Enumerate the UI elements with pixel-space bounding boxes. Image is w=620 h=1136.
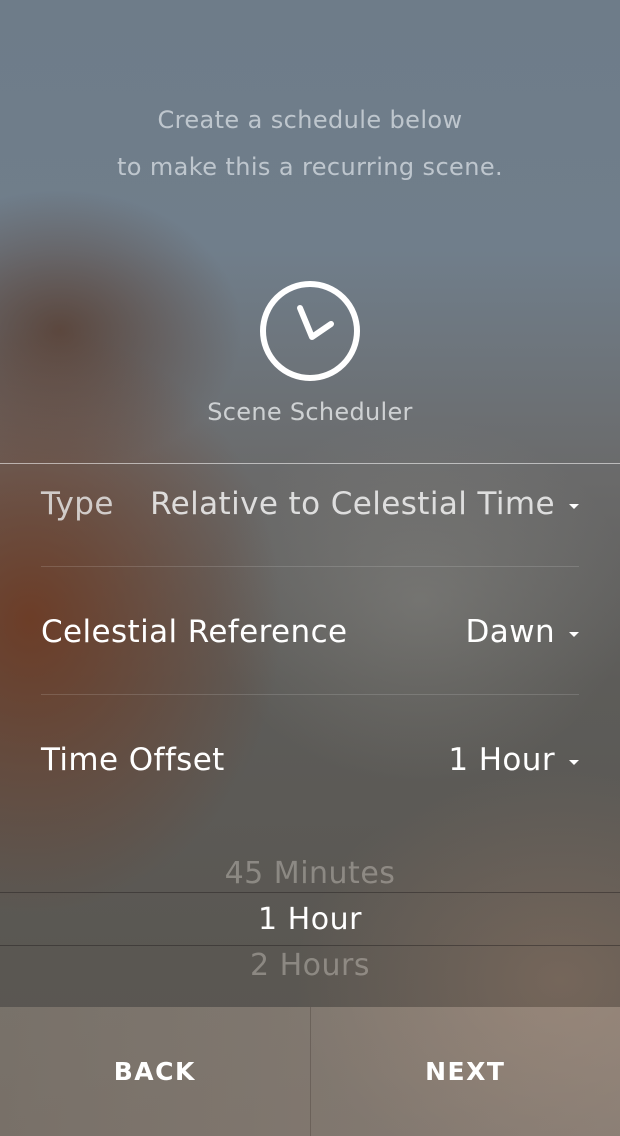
- celestial-reference-row[interactable]: Celestial Reference Dawn: [41, 568, 579, 696]
- caret-down-icon: [569, 759, 579, 765]
- clock-icon: [260, 281, 360, 381]
- picker-selection-line: [0, 945, 620, 946]
- next-button[interactable]: NEXT: [311, 1007, 620, 1136]
- time-offset-picker[interactable]: 45 Minutes 1 Hour 2 Hours: [0, 848, 620, 1008]
- celestial-reference-label: Celestial Reference: [41, 614, 348, 650]
- celestial-reference-dropdown[interactable]: Dawn: [466, 614, 579, 650]
- time-offset-row[interactable]: Time Offset 1 Hour: [41, 696, 579, 824]
- picker-option-selected[interactable]: 1 Hour: [0, 902, 620, 937]
- picker-option[interactable]: 45 Minutes: [0, 856, 620, 891]
- scheduler-title: Scene Scheduler: [207, 398, 413, 426]
- divider: [41, 694, 579, 695]
- intro-text: Create a schedule below to make this a r…: [0, 97, 620, 191]
- type-label: Type: [41, 486, 114, 522]
- time-offset-label: Time Offset: [41, 742, 225, 778]
- scene-scheduler-screen: Create a schedule below to make this a r…: [0, 0, 620, 1136]
- caret-down-icon: [569, 631, 579, 637]
- celestial-reference-value: Dawn: [465, 614, 555, 650]
- bottom-navigation: BACK NEXT: [0, 1007, 620, 1136]
- picker-option[interactable]: 2 Hours: [0, 948, 620, 983]
- intro-line-2: to make this a recurring scene.: [116, 153, 504, 181]
- type-value: Relative to Celestial Time: [150, 486, 555, 522]
- time-offset-dropdown[interactable]: 1 Hour: [448, 742, 579, 778]
- back-button[interactable]: BACK: [0, 1007, 310, 1136]
- caret-down-icon: [569, 503, 579, 509]
- intro-line-1: Create a schedule below: [157, 106, 463, 134]
- picker-selection-line: [0, 892, 620, 893]
- type-row[interactable]: Type Relative to Celestial Time: [41, 440, 579, 568]
- type-dropdown[interactable]: Relative to Celestial Time: [150, 486, 579, 522]
- time-offset-value: 1 Hour: [448, 742, 555, 778]
- divider: [41, 566, 579, 567]
